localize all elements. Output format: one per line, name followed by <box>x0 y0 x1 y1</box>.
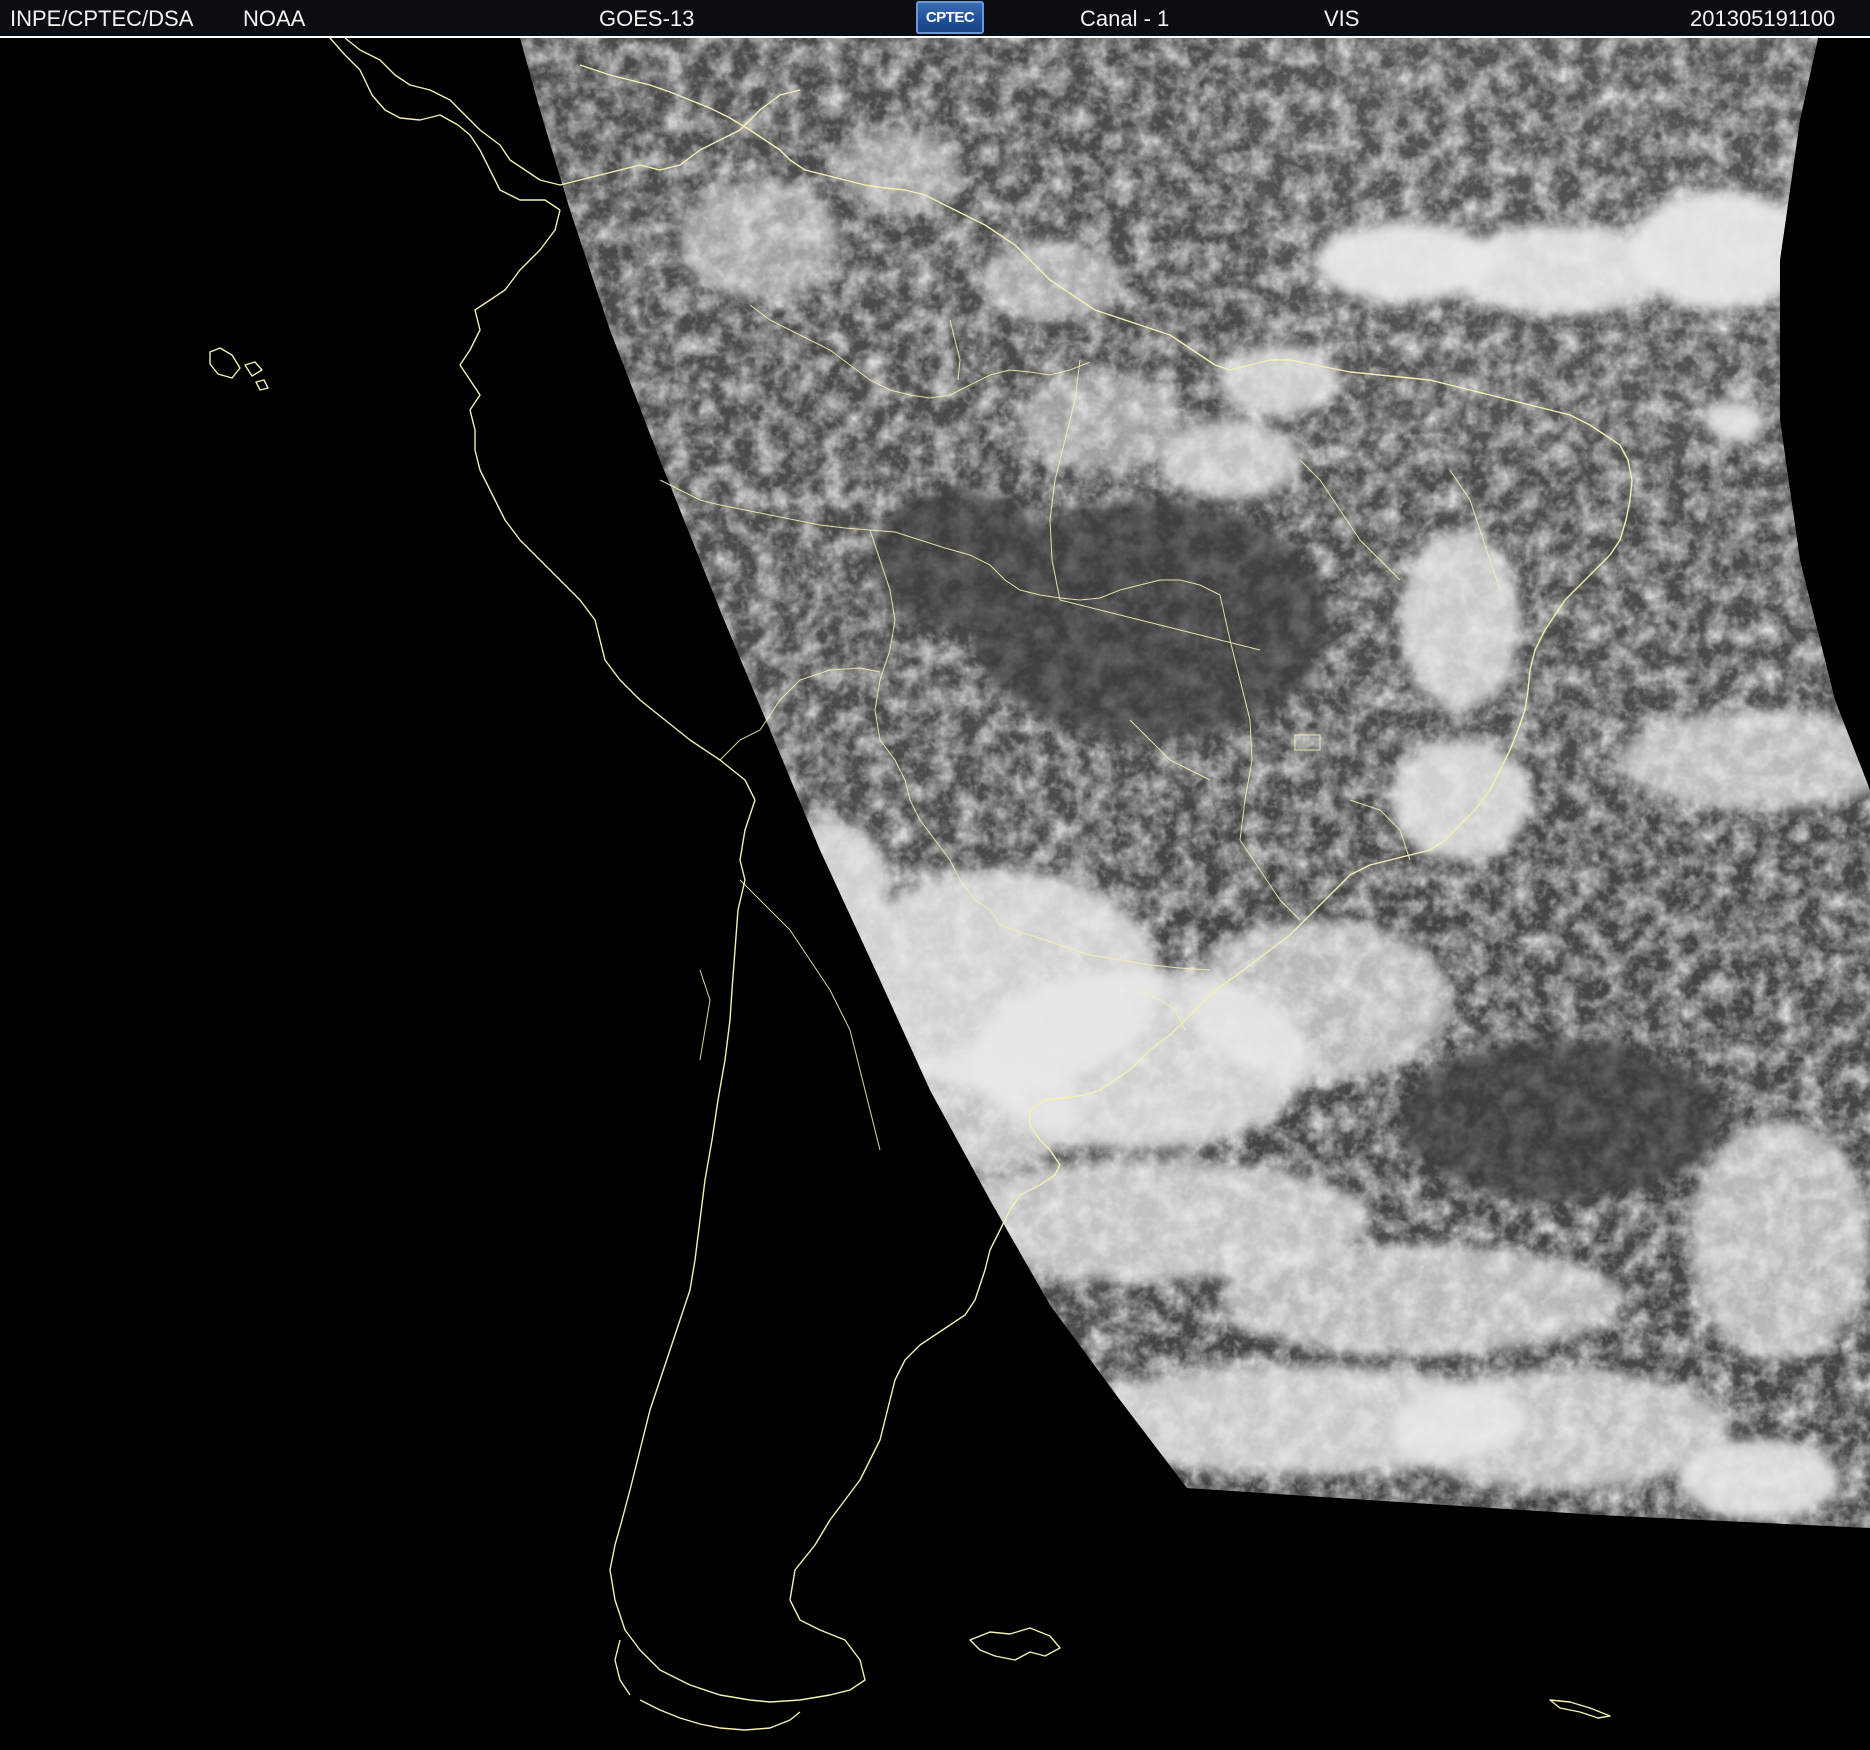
cptec-logo: CPTEC <box>916 1 984 34</box>
satellite-label: GOES-13 <box>599 6 695 31</box>
satellite-image <box>0 38 1870 1750</box>
partner-label: NOAA <box>243 6 306 31</box>
logo-text: CPTEC <box>925 9 975 26</box>
agency-label: INPE/CPTEC/DSA <box>10 6 194 31</box>
channel-label: Canal - 1 <box>1080 6 1170 31</box>
galapagos-islands <box>209 347 269 391</box>
falkland-islands <box>969 1627 1061 1661</box>
image-header: INPE/CPTEC/DSA NOAA GOES-13 CPTEC Canal … <box>0 0 1870 38</box>
south-georgia-island <box>1549 1699 1611 1719</box>
timestamp-label: 201305191100 <box>1690 6 1836 31</box>
daylit-region <box>520 38 1870 1528</box>
chile-coast <box>609 799 771 1703</box>
satellite-map-svg <box>209 38 1870 1731</box>
central-america-coast <box>329 38 561 211</box>
patagonia-east-coast <box>769 1269 986 1703</box>
band-label: VIS <box>1324 6 1360 31</box>
